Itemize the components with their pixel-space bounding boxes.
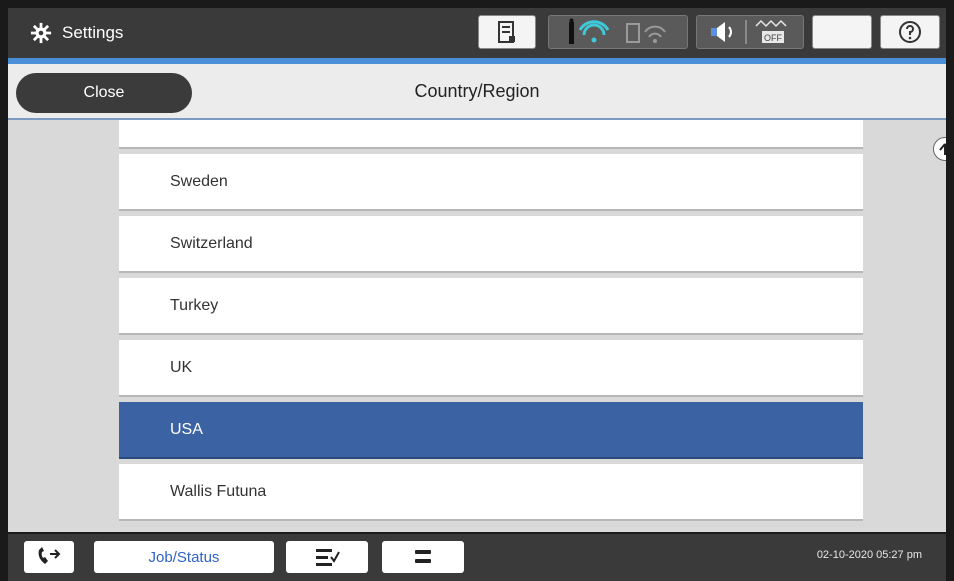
page-header: Close Country/Region — [8, 64, 946, 120]
sound-eco-button[interactable]: OFF — [696, 15, 804, 49]
top-status-bar: Settings OFF — [8, 8, 946, 58]
svg-text:OFF: OFF — [764, 33, 782, 43]
job-status-label: Job/Status — [148, 548, 220, 566]
sleep-button[interactable] — [812, 15, 872, 49]
list-item-sweden[interactable]: Sweden — [119, 154, 863, 209]
job-list-button[interactable] — [286, 541, 368, 573]
list-item-label: Turkey — [170, 296, 219, 314]
help-icon — [899, 21, 921, 43]
speaker-icon — [711, 22, 732, 42]
list-item-label: Sweden — [170, 172, 228, 190]
fax-button[interactable] — [24, 541, 74, 573]
wifi-icon — [569, 18, 610, 44]
bottom-bar: Job/Status 02-10-2020 05:27 pm — [8, 534, 946, 581]
scroll-up-button[interactable] — [933, 137, 946, 161]
list-item-usa[interactable]: USA — [119, 402, 863, 457]
list-item-label: USA — [170, 420, 203, 438]
eco-off-icon: OFF — [755, 19, 787, 43]
close-button[interactable]: Close — [16, 73, 192, 113]
network-status-button[interactable] — [548, 15, 688, 49]
job-status-button[interactable]: Job/Status — [94, 541, 274, 573]
printer-status-icon — [498, 21, 515, 43]
list-item-partial[interactable] — [119, 120, 863, 147]
stop-icon — [415, 550, 431, 563]
list-item-turkey[interactable]: Turkey — [119, 278, 863, 333]
help-button[interactable] — [880, 15, 940, 49]
country-list[interactable]: Sweden Switzerland Turkey UK USA Wallis … — [8, 120, 946, 532]
job-list-icon — [316, 549, 340, 566]
wifi-direct-icon — [626, 23, 666, 43]
arrow-up-icon — [939, 143, 946, 155]
list-item-uk[interactable]: UK — [119, 340, 863, 395]
gear-icon — [30, 22, 52, 44]
list-item-wallis-futuna[interactable]: Wallis Futuna — [119, 464, 863, 519]
list-item-label: UK — [170, 358, 193, 376]
list-item-switzerland[interactable]: Switzerland — [119, 216, 863, 271]
stop-button[interactable] — [382, 541, 464, 573]
printer-status-button[interactable] — [478, 15, 536, 49]
divider — [745, 20, 747, 44]
list-item-label: Wallis Futuna — [170, 482, 267, 500]
sleep-moon-icon — [836, 23, 845, 41]
app-title: Settings — [62, 23, 124, 42]
datetime-display: 02-10-2020 05:27 pm — [816, 549, 922, 561]
fax-phone-icon — [38, 547, 61, 564]
list-item-label: Switzerland — [170, 234, 253, 252]
